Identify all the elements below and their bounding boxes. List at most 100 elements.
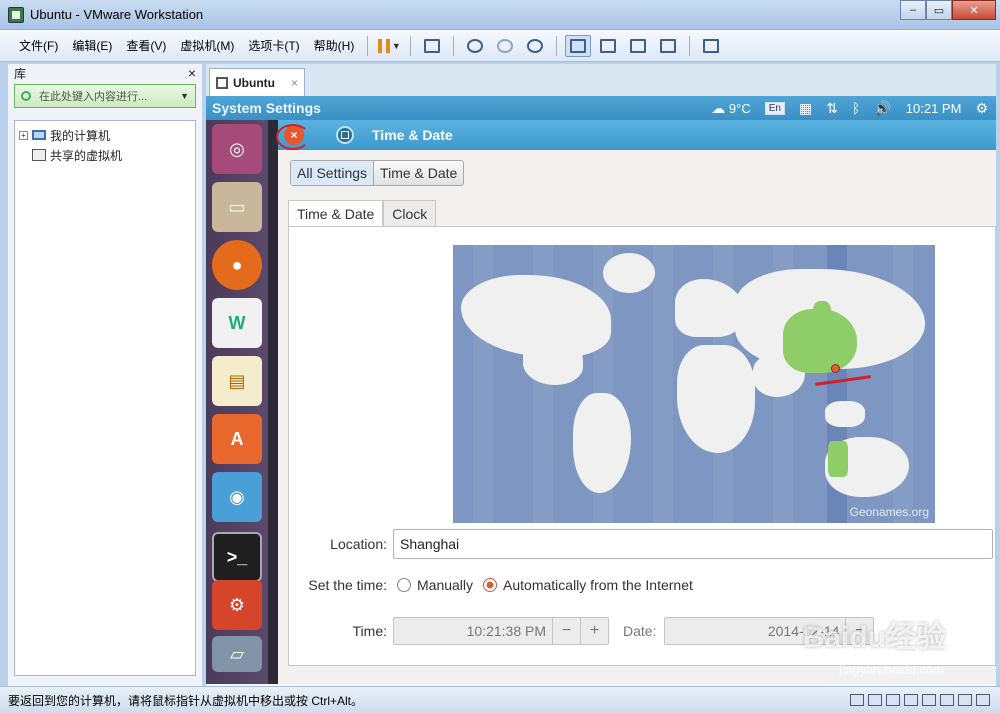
- send-ctrl-alt-del-button[interactable]: [419, 35, 445, 57]
- wps-office-icon[interactable]: W: [212, 298, 262, 348]
- pause-button[interactable]: ▼: [376, 35, 402, 57]
- snapshot-manager-button[interactable]: [522, 35, 548, 57]
- software-center-icon[interactable]: A: [212, 414, 262, 464]
- continent-africa: [677, 345, 755, 453]
- bluetooth-icon[interactable]: ᛒ: [852, 100, 860, 116]
- location-pin-icon: [831, 364, 840, 373]
- status-bar: 要返回到您的计算机，请将鼠标指针从虚拟机中移出或按 Ctrl+Alt。: [0, 686, 1000, 713]
- show-library-button[interactable]: [565, 34, 592, 57]
- usb-icon[interactable]: [922, 694, 936, 706]
- network-adapter-icon[interactable]: [904, 694, 918, 706]
- firefox-icon[interactable]: ●: [212, 240, 262, 290]
- sound-icon[interactable]: [940, 694, 954, 706]
- expand-icon[interactable]: +: [19, 130, 28, 140]
- volume-icon[interactable]: 🔊: [874, 100, 891, 117]
- settings-maximize-button[interactable]: [336, 126, 354, 144]
- tab-time-date[interactable]: Time & Date: [288, 200, 384, 226]
- china-highlight-north: [813, 301, 831, 323]
- settings-close-button[interactable]: ×: [284, 125, 304, 145]
- tab-label: Ubuntu: [233, 75, 275, 90]
- time-increment-button[interactable]: +: [580, 618, 608, 644]
- set-time-row: Set the time: Manually Automatically fro…: [299, 577, 693, 593]
- time-spinner[interactable]: 10:21:38 PM − +: [393, 617, 609, 645]
- date-spinner[interactable]: 2014-12-14 −: [664, 617, 875, 645]
- radio-automatic-label[interactable]: Automatically from the Internet: [503, 577, 693, 593]
- continent-indonesia: [825, 401, 865, 427]
- tab-close-button[interactable]: ×: [291, 76, 298, 90]
- system-settings-icon[interactable]: ⚙: [212, 580, 262, 630]
- vm-home-icon: [216, 76, 228, 89]
- ubuntu-top-panel: System Settings ☁ 9°C En ▦ ⇅ ᛒ 🔊 10:21 P…: [206, 96, 996, 120]
- network-arrows-icon[interactable]: ⇅: [826, 100, 838, 117]
- time-decrement-button[interactable]: −: [552, 618, 580, 644]
- files-icon[interactable]: ▭: [212, 182, 262, 232]
- message-icon[interactable]: [976, 694, 990, 706]
- tab-clock[interactable]: Clock: [383, 200, 437, 226]
- menu-edit[interactable]: 编辑(E): [65, 37, 119, 54]
- workspace-switcher-icon[interactable]: ▱: [212, 636, 262, 672]
- shared-vm-icon: [32, 149, 46, 161]
- vmware-app-icon: [8, 7, 24, 23]
- menu-file[interactable]: 文件(F): [12, 37, 65, 54]
- menu-help[interactable]: 帮助(H): [307, 37, 362, 54]
- timezone-map[interactable]: Geonames.org: [453, 245, 935, 523]
- panel-app-title: System Settings: [212, 100, 321, 116]
- minimize-button[interactable]: ‒: [900, 0, 926, 20]
- search-icon: [21, 91, 31, 101]
- tree-item-my-computer[interactable]: + 我的计算机: [19, 125, 191, 145]
- location-input[interactable]: Shanghai: [393, 529, 993, 559]
- cloud-app-icon[interactable]: ◉: [212, 472, 262, 522]
- tree-item-shared-vms[interactable]: 共享的虚拟机: [19, 145, 191, 165]
- thumbnail-icon: [600, 38, 617, 53]
- impress-icon[interactable]: ▤: [212, 356, 262, 406]
- tree-item-label: 共享的虚拟机: [50, 148, 123, 163]
- snapshot-button[interactable]: [462, 35, 488, 57]
- dash-home-icon[interactable]: ◎: [212, 124, 262, 174]
- date-label: Date:: [623, 623, 657, 639]
- chevron-down-icon[interactable]: ▼: [180, 91, 189, 101]
- date-value: 2014-12-14: [767, 623, 840, 639]
- status-message: 要返回到您的计算机，请将鼠标指针从虚拟机中移出或按 Ctrl+Alt。: [8, 693, 364, 708]
- window-title: Ubuntu - VMware Workstation: [30, 7, 204, 22]
- menu-view[interactable]: 查看(V): [119, 37, 173, 54]
- keyboard-layout-indicator[interactable]: En: [764, 101, 785, 115]
- radio-manually[interactable]: [397, 578, 411, 592]
- continent-south-america: [573, 393, 631, 493]
- ubuntu-guest-screen[interactable]: System Settings ☁ 9°C En ▦ ⇅ ᛒ 🔊 10:21 P…: [206, 96, 996, 684]
- toolbar-separator: [410, 35, 412, 56]
- menu-vm[interactable]: 虚拟机(M): [173, 37, 241, 54]
- console-view-button[interactable]: [698, 35, 724, 57]
- set-time-label: Set the time:: [308, 577, 387, 593]
- panel-clock[interactable]: 10:21 PM: [906, 101, 962, 116]
- australia-timezone-highlight: [828, 441, 848, 477]
- library-close-button[interactable]: ×: [188, 65, 196, 81]
- temperature-text: 9°C: [728, 100, 751, 116]
- unity-button[interactable]: [655, 35, 681, 57]
- weather-indicator[interactable]: ☁ 9°C: [711, 100, 750, 117]
- library-search-input[interactable]: 在此处键入内容进行... ▼: [14, 84, 196, 108]
- maximize-button[interactable]: ▭: [926, 0, 952, 20]
- display-icon[interactable]: [958, 694, 972, 706]
- hard-disk-icon[interactable]: [850, 694, 864, 706]
- full-screen-button[interactable]: [625, 35, 651, 57]
- breadcrumb-time-date[interactable]: Time & Date: [374, 161, 463, 185]
- radio-manually-label[interactable]: Manually: [417, 577, 473, 593]
- cd-drive-icon[interactable]: [868, 694, 882, 706]
- radio-automatic[interactable]: [483, 578, 498, 592]
- tab-ubuntu[interactable]: Ubuntu ×: [209, 68, 305, 96]
- close-window-button[interactable]: ✕: [952, 0, 996, 20]
- revert-snapshot-button[interactable]: [492, 35, 518, 57]
- terminal-icon[interactable]: >_: [212, 532, 262, 582]
- library-panel-icon: [570, 38, 587, 53]
- revert-clock-icon: [497, 38, 514, 53]
- floppy-icon[interactable]: [886, 694, 900, 706]
- calendar-icon[interactable]: ▦: [799, 100, 812, 117]
- menu-tabs[interactable]: 选项卡(T): [241, 37, 306, 54]
- breadcrumb-all-settings[interactable]: All Settings: [291, 161, 375, 185]
- thumbnail-bar-button[interactable]: [595, 35, 621, 57]
- window-titlebar: Ubuntu - VMware Workstation ‒ ▭ ✕: [0, 0, 1000, 30]
- time-value: 10:21:38 PM: [466, 623, 546, 639]
- gear-icon[interactable]: ⚙: [975, 100, 988, 117]
- settings-window: × Time & Date All Settings Time & Date T…: [276, 120, 996, 684]
- date-decrement-button[interactable]: −: [845, 618, 873, 644]
